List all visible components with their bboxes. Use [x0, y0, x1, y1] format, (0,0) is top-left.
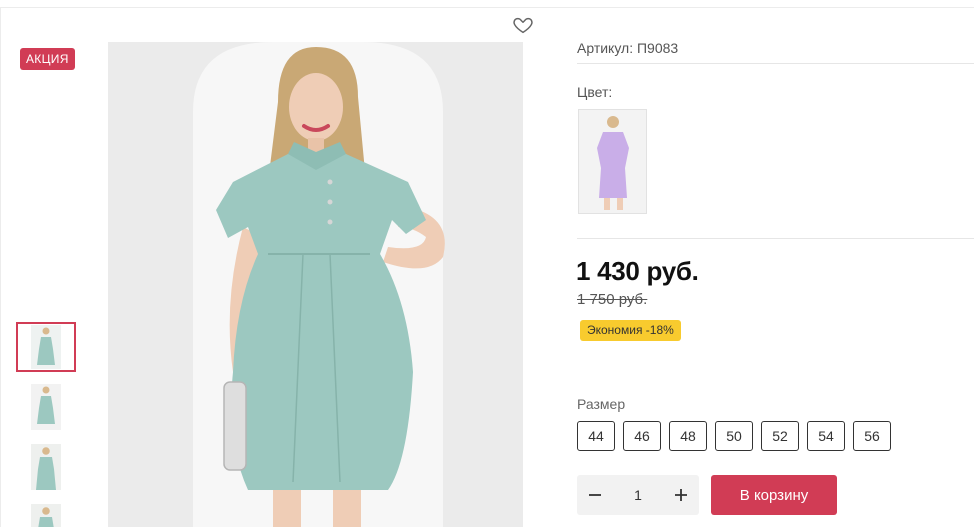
current-price: 1 430 руб. — [576, 256, 699, 286]
thumbnail-image — [31, 504, 61, 527]
savings-badge: Экономия -18% — [580, 320, 681, 341]
quantity-input[interactable] — [613, 475, 663, 515]
size-option-50[interactable]: 50 — [715, 421, 753, 451]
size-option-48[interactable]: 48 — [669, 421, 707, 451]
product-main-image[interactable] — [108, 42, 523, 527]
heart-icon — [513, 17, 533, 34]
size-option-44[interactable]: 44 — [577, 421, 615, 451]
quantity-stepper — [577, 475, 699, 515]
size-options: 44 46 48 50 52 54 56 — [577, 421, 891, 451]
increase-quantity-button[interactable] — [663, 475, 699, 515]
add-to-cart-button[interactable]: В корзину — [711, 475, 837, 515]
sale-badge: АКЦИЯ — [20, 48, 75, 70]
divider — [577, 63, 974, 64]
thumbnail-image — [31, 325, 61, 369]
minus-icon — [589, 494, 601, 496]
size-label: Размер — [577, 396, 626, 412]
size-option-56[interactable]: 56 — [853, 421, 891, 451]
thumbnail-1[interactable] — [16, 322, 76, 372]
thumbnail-image — [31, 384, 61, 430]
color-label: Цвет: — [577, 84, 613, 100]
plus-icon — [675, 489, 687, 501]
thumbnail-image — [31, 444, 61, 490]
old-price: 1 750 руб. — [577, 291, 648, 308]
decrease-quantity-button[interactable] — [577, 475, 613, 515]
size-option-54[interactable]: 54 — [807, 421, 845, 451]
thumbnail-4[interactable] — [16, 502, 76, 527]
color-swatch-image — [579, 110, 646, 213]
size-option-46[interactable]: 46 — [623, 421, 661, 451]
divider — [577, 238, 974, 239]
size-option-52[interactable]: 52 — [761, 421, 799, 451]
color-swatch-lavender[interactable] — [578, 109, 647, 214]
thumbnail-3[interactable] — [16, 442, 76, 492]
thumbnail-2[interactable] — [16, 382, 76, 432]
product-sku: Артикул: П9083 — [577, 40, 679, 56]
favorite-button[interactable] — [512, 14, 534, 36]
model-dress-illustration — [108, 42, 523, 527]
